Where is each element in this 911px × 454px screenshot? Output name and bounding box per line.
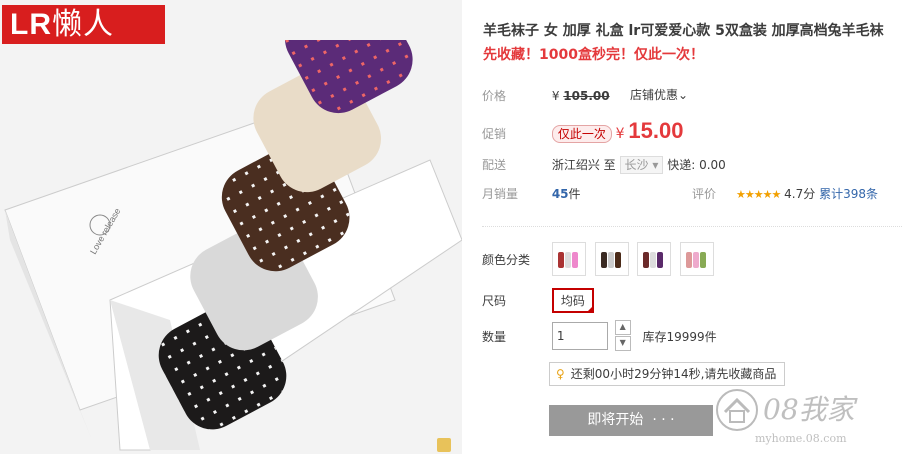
product-image: Love release [4,40,462,451]
price-currency: ¥ [551,89,560,103]
quantity-label: 数量 [482,329,507,344]
quantity-stepper: ▲ ▼ [614,320,631,352]
countdown-text: 还剩00小时29分钟14秒,请先收藏商品 [570,367,777,381]
destination-value: 长沙 [624,158,649,172]
shop-logo: LR懒人 [2,5,165,44]
watermark-url: myhome.08.com [755,432,847,445]
size-option-selected[interactable]: 均码 [551,288,594,313]
delivery-to-word: 至 [603,158,616,172]
image-zoom-icon[interactable] [437,438,451,452]
price-row: 价格 ¥ 105.00 [482,87,610,104]
delivery-label: 配送 [482,158,507,172]
shop-discount-dropdown[interactable]: 店铺优惠⌄ [630,86,688,103]
color-swatch[interactable] [637,242,672,276]
chevron-down-icon: ⌄ [678,88,689,102]
star-rating-icon: ★★★★★ [736,188,781,201]
rating-label: 评价 [692,187,717,201]
promo-tag: 仅此一次 [551,125,612,143]
size-label: 尺码 [482,294,507,308]
decrease-icon[interactable]: ▼ [614,336,631,351]
color-row: 颜色分类 [482,242,719,276]
promo-label: 促销 [482,127,507,141]
rating: ★★★★★ 4.7分 累计398条 [736,185,878,202]
review-count-link[interactable]: 累计398条 [819,187,878,201]
delivery-from: 浙江绍兴 [551,158,600,172]
watermark: 08我家 myhome.08.com [715,382,905,450]
promo-row: 促销 仅此一次 ¥ 15.00 [482,118,683,144]
size-row: 尺码 均码 [482,288,594,313]
quantity-input[interactable]: 1 [551,322,608,350]
color-swatch[interactable] [594,242,629,276]
buy-button-dots: · · · [652,412,675,428]
delivery-row: 配送 浙江绍兴 至 长沙 ▾ 快递: 0.00 [482,156,726,174]
coming-soon-button[interactable]: 即将开始 · · · [549,405,713,436]
watermark-brand: 08我家 [763,393,855,426]
logo-cjk: 懒人 [52,7,114,42]
destination-select[interactable]: 长沙 ▾ [619,156,664,174]
divider [482,226,902,227]
shop-discount-label: 店铺优惠 [630,88,679,102]
stock-count: 库存19999件 [642,329,717,344]
sales-count: 45 [551,187,569,201]
product-subtitle: 先收藏！1000盒秒完！仅此一次！ [483,47,704,63]
color-label: 颜色分类 [482,252,531,267]
original-price: 105.00 [563,89,610,103]
price-label: 价格 [482,89,507,103]
sales-unit: 件 [568,187,581,201]
buy-button-label: 即将开始 [587,412,644,428]
chevron-down-icon: ▾ [652,158,659,172]
quantity-row: 数量 1 ▲ ▼ 库存19999件 [482,320,717,352]
color-swatch[interactable] [551,242,586,276]
product-info: 羊毛袜子 女 加厚 礼盒 lr可爱爱心款 5双盒装 加厚高档兔羊毛袜 先收藏！1… [470,0,911,454]
logo-latin: LR [10,8,52,41]
express-fee: 快递: 0.00 [667,158,726,172]
color-swatch[interactable] [680,242,715,276]
sales-row: 月销量 45件 评价 ★★★★★ 4.7分 累计398条 [482,185,907,202]
sales-label: 月销量 [482,187,519,201]
rating-score: 4.7分 [784,187,816,201]
bulb-icon: ♀ [556,367,565,381]
increase-icon[interactable]: ▲ [614,320,631,335]
promo-price: 15.00 [628,118,684,143]
product-image-panel: Love release LR懒人 [0,0,462,454]
promo-currency: ¥ [615,126,625,142]
product-title: 羊毛袜子 女 加厚 礼盒 lr可爱爱心款 5双盒装 加厚高档兔羊毛袜 [483,23,884,39]
house-icon [716,389,758,431]
